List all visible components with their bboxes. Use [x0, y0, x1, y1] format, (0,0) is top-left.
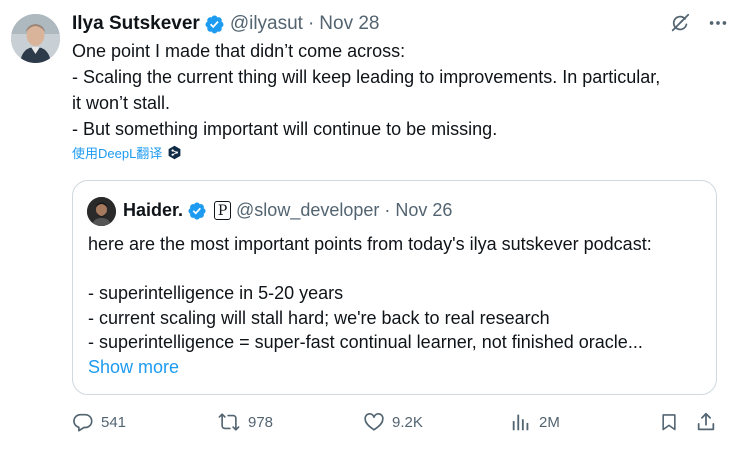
reply-button[interactable]: 541	[72, 411, 126, 433]
verified-badge-icon[interactable]	[187, 201, 207, 221]
quoted-text-line: - current scaling will stall hard; we're…	[88, 307, 550, 328]
quoted-text-line: here are the most important points from …	[88, 234, 652, 254]
repost-icon	[217, 411, 241, 433]
tweet-text-line: it won’t stall.	[72, 93, 171, 113]
share-icon	[695, 411, 717, 433]
quoted-tweet-date[interactable]: Nov 26	[395, 200, 452, 221]
quoted-tweet-header: Haider. P @slow_developer · Nov 26	[123, 200, 452, 221]
verified-badge-icon[interactable]	[204, 14, 225, 35]
reply-icon	[72, 411, 94, 433]
tweet-date[interactable]: Nov 28	[319, 13, 379, 35]
repost-button[interactable]: 978	[217, 411, 273, 433]
tweet-top-actions	[669, 12, 729, 34]
separator-dot: ·	[384, 200, 391, 220]
reply-count: 541	[101, 413, 127, 431]
views-icon	[510, 411, 532, 433]
share-button[interactable]	[695, 411, 717, 433]
tweet-header: Ilya Sutskever @ilyasut · Nov 28	[72, 12, 380, 36]
bookmark-button[interactable]	[659, 411, 679, 433]
quoted-text-line: - superintelligence in 5-20 years	[88, 283, 344, 303]
tweet-text-line: - Scaling the current thing will keep le…	[72, 67, 661, 87]
quoted-tweet[interactable]: Haider. P @slow_developer · Nov 26 here …	[72, 180, 717, 395]
author-avatar[interactable]	[11, 14, 60, 63]
author-handle[interactable]: @ilyasut	[230, 13, 303, 35]
quoted-author-name[interactable]: Haider.	[123, 200, 183, 221]
quoted-text-line: - superintelligence = super-fast continu…	[88, 332, 643, 352]
like-count: 9.2K	[392, 413, 423, 431]
views-count: 2M	[539, 413, 560, 431]
tweet-action-bar: 541 978 9.2K 2M	[72, 411, 717, 439]
separator-dot: ·	[307, 13, 315, 34]
like-button[interactable]: 9.2K	[363, 411, 423, 433]
show-more-link[interactable]: Show more	[88, 357, 179, 378]
tweet-card: Ilya Sutskever @ilyasut · Nov 28 One poi…	[0, 0, 751, 454]
translate-link[interactable]: 使用DeepL翻译	[72, 143, 182, 162]
views-button[interactable]: 2M	[510, 411, 560, 433]
tweet-text: One point I made that didn’t come across…	[72, 38, 737, 142]
like-icon	[363, 411, 385, 433]
quoted-author-avatar[interactable]	[87, 197, 116, 226]
more-icon[interactable]	[707, 12, 729, 34]
translate-label: 使用DeepL翻译	[72, 146, 163, 161]
bookmark-icon	[659, 411, 679, 433]
repost-count: 978	[248, 413, 274, 431]
grok-icon[interactable]	[669, 12, 691, 34]
deepl-icon	[167, 145, 182, 160]
quoted-author-handle[interactable]: @slow_developer	[236, 200, 379, 221]
tweet-text-line: - But something important will continue …	[72, 119, 498, 139]
author-name[interactable]: Ilya Sutskever	[72, 13, 200, 35]
quoted-tweet-text: here are the most important points from …	[88, 232, 708, 355]
tweet-text-line: One point I made that didn’t come across…	[72, 41, 406, 61]
affiliate-badge-icon[interactable]: P	[214, 201, 232, 220]
quoted-text-line	[88, 257, 708, 282]
